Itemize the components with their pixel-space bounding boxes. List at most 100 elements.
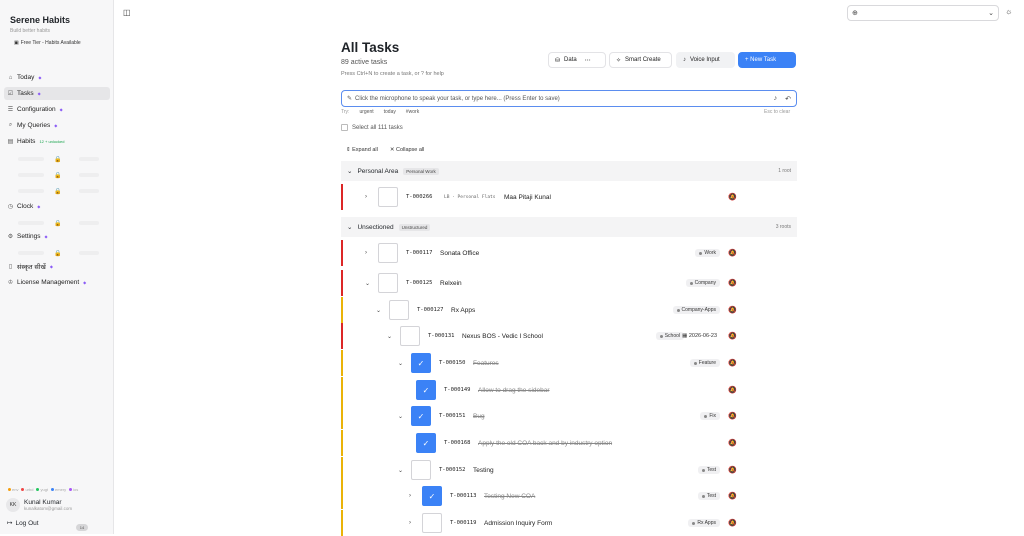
sidebar-item-settings[interactable]: ⚙ Settings ◆ bbox=[4, 230, 110, 243]
voice-input-button[interactable]: ♪ Voice Input bbox=[676, 52, 735, 68]
sidebar-item-today[interactable]: ⌂ Today ◆ bbox=[4, 71, 110, 84]
chevron-down-icon[interactable]: ⌄ bbox=[387, 333, 392, 340]
chevron-down-icon[interactable]: ⌄ bbox=[398, 360, 403, 367]
bell-off-icon[interactable]: 🔕 bbox=[728, 193, 737, 201]
task-checkbox[interactable] bbox=[378, 187, 398, 207]
habit-row[interactable]: 🔒 bbox=[0, 183, 110, 199]
task-row[interactable]: ⌄ T-000131 Nexus BOS - Vedic I School Schoo… bbox=[341, 323, 797, 349]
bell-off-icon[interactable]: 🔕 bbox=[728, 249, 737, 257]
task-row[interactable]: › T-000266 LB · Personal Flats Maa Pitaj… bbox=[341, 184, 797, 210]
lock-icon: 🔒 bbox=[54, 156, 62, 163]
sidebar-item-my-queries[interactable]: ⌕ My Queries ◆ bbox=[4, 119, 110, 132]
task-row[interactable]: ⌄ ✓ T-000151 Bug Fix 🔕 bbox=[341, 403, 797, 429]
undo-icon[interactable]: ↶ bbox=[785, 95, 791, 103]
sidebar-item-configuration[interactable]: ☰ Configuration ◆ bbox=[4, 103, 110, 116]
bell-off-icon[interactable]: 🔕 bbox=[728, 412, 737, 420]
task-title[interactable]: Features bbox=[473, 360, 499, 367]
mic-icon[interactable]: ♪ bbox=[774, 95, 778, 103]
bell-off-icon[interactable]: 🔕 bbox=[728, 492, 737, 500]
task-title[interactable]: Rx Apps bbox=[451, 307, 475, 314]
section-header[interactable]: ⌄ Personal Area Personal Work 1 root bbox=[341, 161, 797, 181]
expand-all-button[interactable]: ⇕ Expand all bbox=[346, 147, 378, 153]
bell-off-icon[interactable]: 🔕 bbox=[728, 332, 737, 340]
smart-create-button[interactable]: ✧ Smart Create bbox=[609, 52, 672, 68]
task-checkbox[interactable]: ✓ bbox=[411, 406, 431, 426]
task-checkbox[interactable] bbox=[378, 273, 398, 293]
task-row[interactable]: ⌄ T-000152 Testing Test 🔕 bbox=[341, 457, 797, 483]
bell-off-icon[interactable]: 🔕 bbox=[728, 519, 737, 527]
select-all-checkbox[interactable] bbox=[341, 124, 348, 131]
tier-icon: ▣ bbox=[14, 40, 19, 46]
chevron-down-icon[interactable]: ⌄ bbox=[398, 413, 403, 420]
chevron-right-icon[interactable]: › bbox=[409, 520, 411, 526]
chevron-right-icon[interactable]: › bbox=[365, 250, 367, 256]
task-row[interactable]: ✓ T-000149 Allow to drag the sidebar 🔕 bbox=[341, 377, 797, 403]
user-profile[interactable]: KK Kunal Kumar kunalkatom@gmail.com bbox=[6, 498, 72, 512]
task-row[interactable]: › ✓ T-000113 Testing New COA Test 🔕 bbox=[341, 483, 797, 509]
user-name: Kunal Kumar bbox=[24, 499, 62, 506]
task-checkbox[interactable] bbox=[378, 243, 398, 263]
bell-off-icon[interactable]: 🔕 bbox=[728, 386, 737, 394]
task-row[interactable]: ✓ T-000168 Apply the old COA back and by i… bbox=[341, 430, 797, 456]
bell-off-icon[interactable]: 🔕 bbox=[728, 279, 737, 287]
suggestion-chip[interactable]: #work bbox=[406, 109, 419, 115]
new-task-button[interactable]: + New Task bbox=[738, 52, 796, 68]
task-checkbox[interactable] bbox=[389, 300, 409, 320]
sidebar-item-sanskrit[interactable]: ▯ संस्कृत सीखें ◆ bbox=[4, 260, 110, 273]
suggestion-chip[interactable]: today bbox=[384, 109, 396, 115]
task-row[interactable]: ⌄ T-000127 Rx Apps Company-Apps 🔕 bbox=[341, 297, 797, 323]
theme-toggle-icon[interactable]: ☼ bbox=[1005, 7, 1012, 16]
task-title[interactable]: Nexus BOS - Vedic I School bbox=[462, 333, 543, 340]
chevron-down-icon: ⌄ bbox=[347, 224, 353, 231]
task-title[interactable]: Relxein bbox=[440, 280, 462, 287]
bell-off-icon[interactable]: 🔕 bbox=[728, 359, 737, 367]
task-row[interactable]: › T-000119 Admission Inquiry Form Rx Apps 🔕 bbox=[341, 510, 797, 536]
chevron-down-icon[interactable]: ⌄ bbox=[365, 280, 370, 287]
chevron-right-icon[interactable]: › bbox=[409, 493, 411, 499]
task-row[interactable]: ⌄ ✓ T-000150 Features Feature 🔕 bbox=[341, 350, 797, 376]
sidebar-item-license[interactable]: ♔ License Management ◆ bbox=[4, 276, 110, 289]
section-header[interactable]: ⌄ Unsectioned Unstructured 3 roots bbox=[341, 217, 797, 237]
sidebar-item-habits[interactable]: ▤ Habits 12 + unlocked bbox=[4, 135, 110, 148]
bell-off-icon[interactable]: 🔕 bbox=[728, 439, 737, 447]
task-title[interactable]: Sonata Office bbox=[440, 250, 479, 257]
task-title[interactable]: Admission Inquiry Form bbox=[484, 520, 552, 527]
sidebar-item-clock[interactable]: ◷ Clock ◆ bbox=[4, 200, 110, 213]
task-title[interactable]: Testing New COA bbox=[484, 493, 535, 500]
habit-row[interactable]: 🔒 bbox=[0, 167, 110, 183]
task-checkbox[interactable] bbox=[422, 513, 442, 533]
task-id: T-000127 bbox=[417, 307, 444, 313]
task-title[interactable]: Bug bbox=[473, 413, 485, 420]
data-button[interactable]: ⛁ Data ⋯ bbox=[548, 52, 606, 68]
bell-off-icon[interactable]: 🔕 bbox=[728, 306, 737, 314]
bell-off-icon[interactable]: 🔕 bbox=[728, 466, 737, 474]
task-row[interactable]: ⌄ T-000125 Relxein Company 🔕 bbox=[341, 270, 797, 296]
chevron-right-icon[interactable]: › bbox=[365, 194, 367, 200]
collapse-all-button[interactable]: ✕ Collapse all bbox=[390, 147, 425, 153]
task-title[interactable]: Allow to drag the sidebar bbox=[478, 387, 550, 394]
sidebar-item-tasks[interactable]: ☑ Tasks ◆ bbox=[4, 87, 110, 100]
task-checkbox[interactable]: ✓ bbox=[422, 486, 442, 506]
notification-badge[interactable]: 14 bbox=[76, 524, 88, 531]
chevron-down-icon[interactable]: ⌄ bbox=[398, 467, 403, 474]
habit-row[interactable]: 🔒 bbox=[0, 246, 110, 260]
language-select[interactable]: ⊕ ⌄ bbox=[847, 5, 999, 21]
legend-item: yugt bbox=[36, 487, 48, 492]
task-checkbox[interactable]: ✓ bbox=[416, 380, 436, 400]
task-checkbox[interactable] bbox=[411, 460, 431, 480]
task-checkbox[interactable]: ✓ bbox=[416, 433, 436, 453]
task-title[interactable]: Apply the old COA back and by industry o… bbox=[478, 440, 612, 447]
task-title[interactable]: Maa Pitaji Kunal bbox=[504, 194, 551, 201]
suggestion-chip[interactable]: urgent bbox=[359, 109, 373, 115]
select-all[interactable]: Select all 111 tasks bbox=[341, 124, 403, 131]
chevron-down-icon[interactable]: ⌄ bbox=[376, 307, 381, 314]
quick-add-input[interactable]: ✎ Click the microphone to speak your tas… bbox=[341, 90, 797, 107]
habit-row[interactable]: 🔒 bbox=[0, 151, 110, 167]
logout-button[interactable]: ↦ Log Out bbox=[7, 519, 39, 528]
task-checkbox[interactable]: ✓ bbox=[411, 353, 431, 373]
task-row[interactable]: › T-000117 Sonata Office Work 🔕 bbox=[341, 240, 797, 266]
sidebar-toggle-icon[interactable]: ◫ bbox=[123, 8, 131, 17]
task-checkbox[interactable] bbox=[400, 326, 420, 346]
habit-row[interactable]: 🔒 bbox=[0, 216, 110, 230]
task-title[interactable]: Testing bbox=[473, 467, 494, 474]
